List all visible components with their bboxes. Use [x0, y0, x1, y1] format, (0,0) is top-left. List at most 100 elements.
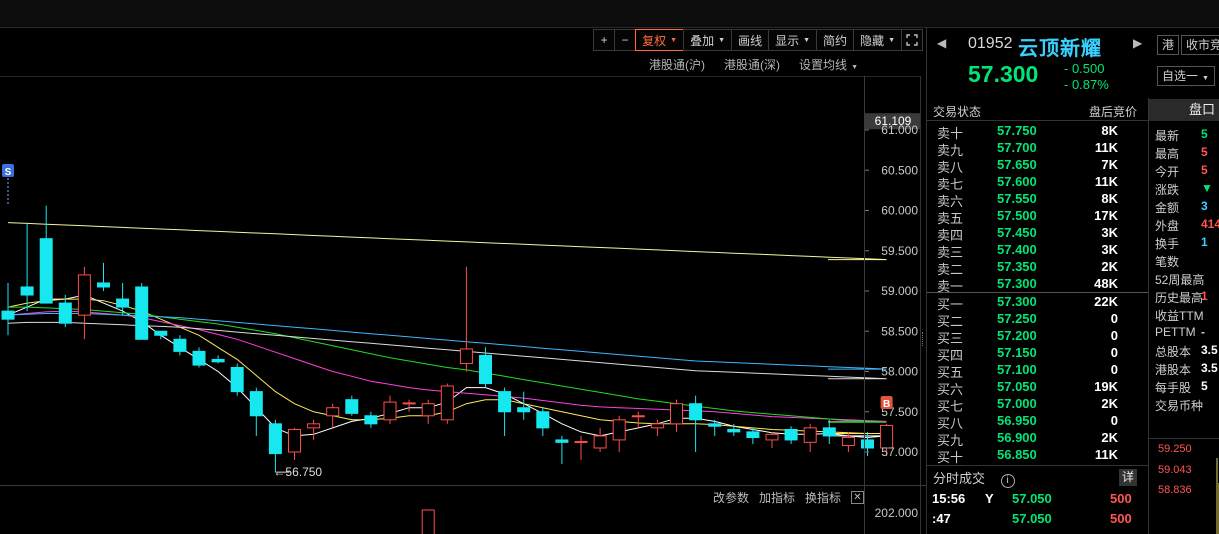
price-axis-label: 58.000 — [881, 365, 918, 379]
bids-row[interactable]: 买二 57.250 0 — [933, 311, 1148, 329]
candle-down — [58, 302, 72, 324]
stat-row: 最新 5 — [1155, 127, 1219, 144]
stat-row: 总股本 3.5 — [1155, 343, 1219, 360]
detail-button[interactable]: 详 — [1119, 469, 1137, 486]
stat-value: 5 — [1201, 379, 1208, 393]
asks-row[interactable]: 卖四 57.450 3K — [933, 225, 1148, 243]
low-price-label: ←56.750 — [273, 465, 322, 479]
asks-row[interactable]: 卖二 57.350 2K — [933, 259, 1148, 277]
bids-row[interactable]: 买三 57.200 0 — [933, 328, 1148, 346]
bids-row[interactable]: 买六 57.050 19K — [933, 379, 1148, 397]
kline-chart-panel[interactable]: + − 复权 ▼ 叠加 ▼ 画线 显示 ▼ 简约 隐藏 ▼ 港股通(沪) 港股通(深) 设置均线 ▼ 6… — [0, 28, 926, 534]
candle-down — [822, 427, 836, 437]
asks-row[interactable]: 卖五 57.500 17K — [933, 208, 1148, 226]
level-volume: 22K — [1094, 294, 1118, 309]
stat-row: 每手股 5 — [1155, 379, 1219, 396]
candle-down — [230, 366, 244, 393]
trade-flag: Y — [985, 491, 994, 506]
level-price: 57.300 — [997, 294, 1037, 309]
stat-label: 每手股 — [1155, 381, 1192, 395]
stat-row: 港股本 3.5 — [1155, 361, 1219, 378]
candle-down — [20, 286, 34, 296]
level-price: 57.500 — [997, 208, 1037, 223]
edit-params-link[interactable]: 改参数 — [713, 489, 749, 506]
add-indicator-link[interactable]: 加指标 — [759, 489, 795, 506]
stat-value: 3 — [1201, 199, 1208, 213]
stat-label: 历史最高 — [1155, 291, 1204, 305]
bids-row[interactable]: 买五 57.100 0 — [933, 362, 1148, 380]
level-volume: 3K — [1101, 242, 1118, 257]
candle-up — [288, 428, 301, 453]
asks-row[interactable]: 卖六 57.550 8K — [933, 191, 1148, 209]
candle-down — [555, 439, 569, 443]
candle-down — [689, 403, 703, 421]
divider — [927, 292, 1148, 293]
bids-row[interactable]: 买十 56.850 11K — [933, 447, 1148, 465]
stat-label: 交易币种 — [1155, 399, 1204, 413]
candle-up — [650, 423, 664, 429]
bids-row[interactable]: 买九 56.900 2K — [933, 430, 1148, 448]
candle-up — [841, 437, 855, 447]
stat-label: 52周最高 — [1155, 273, 1205, 287]
candle-up — [77, 274, 91, 316]
bids-row[interactable]: 买一 57.300 22K — [933, 294, 1148, 312]
level-label: 买十 — [937, 450, 964, 465]
bids-row[interactable]: 买七 57.000 2K — [933, 396, 1148, 414]
market-tag[interactable]: 港 — [1157, 35, 1180, 55]
candle-up — [593, 435, 607, 449]
candle-down — [211, 358, 225, 363]
candle-down — [498, 391, 512, 413]
level-volume: 2K — [1101, 396, 1118, 411]
stat-row: 今开 5 — [1155, 163, 1219, 180]
asks-row[interactable]: 卖十 57.750 8K — [933, 123, 1148, 141]
candle-down — [479, 354, 492, 385]
level-volume: 19K — [1094, 379, 1118, 394]
bids-row[interactable]: 买四 57.150 0 — [933, 345, 1148, 363]
splitter-grip-icon[interactable] — [922, 332, 924, 346]
price-axis-label: 60.000 — [881, 204, 918, 218]
stat-label: PETTM — [1155, 325, 1196, 339]
trade-volume: 500 — [1110, 511, 1132, 526]
candlestick-chart[interactable]: 61.10961.00060.50060.00059.50059.00058.5… — [0, 28, 926, 534]
stat-row: 交易币种 — [1155, 397, 1219, 414]
level-volume: 0 — [1110, 328, 1118, 343]
watchlist-dropdown[interactable]: 自选一 ▼ — [1157, 66, 1215, 86]
level-volume: 2K — [1101, 430, 1118, 445]
stat-value: 3.5 — [1201, 343, 1218, 357]
level-volume: 8K — [1101, 123, 1118, 138]
stat-row: 换手 1 — [1155, 235, 1219, 252]
stat-label: 最新 — [1155, 129, 1180, 143]
trade-price: 57.050 — [1012, 511, 1052, 526]
next-stock-icon[interactable]: ▶ — [1133, 36, 1142, 50]
stat-label: 金额 — [1155, 201, 1180, 215]
info-icon[interactable]: i — [1000, 474, 1015, 488]
candle-up — [631, 415, 645, 418]
candle-down — [345, 399, 359, 414]
stat-row: 金额 3 — [1155, 199, 1219, 216]
candle-down — [727, 428, 741, 433]
close-icon[interactable]: ✕ — [851, 491, 864, 504]
level-volume: 11K — [1094, 140, 1118, 155]
stat-row: 最高 5 — [1155, 145, 1219, 162]
candle-up — [440, 385, 454, 421]
divider — [927, 465, 1148, 466]
candle-down — [154, 330, 168, 336]
candle-up — [383, 401, 397, 421]
candle-down — [116, 298, 130, 308]
asks-row[interactable]: 卖七 57.600 11K — [933, 174, 1148, 192]
stat-label: 笔数 — [1155, 255, 1180, 269]
candle-down — [1, 310, 15, 320]
asks-row[interactable]: 卖九 57.700 11K — [933, 140, 1148, 158]
stat-value: 5 — [1201, 163, 1208, 177]
tab-panel[interactable]: 盘口 — [1149, 99, 1219, 121]
asks-row[interactable]: 卖三 57.400 3K — [933, 242, 1148, 260]
stat-row: 涨跌 ▼ — [1155, 181, 1219, 198]
switch-indicator-link[interactable]: 换指标 — [805, 489, 841, 506]
auction-tag[interactable]: 收市竞 — [1181, 35, 1219, 55]
trade-row: 15:56 Y 57.050 500 — [932, 491, 1147, 509]
prev-stock-icon[interactable]: ◀ — [937, 36, 946, 50]
asks-row[interactable]: 卖一 57.300 48K — [933, 276, 1148, 294]
level-volume: 8K — [1101, 191, 1118, 206]
bids-row[interactable]: 买八 56.950 0 — [933, 413, 1148, 431]
asks-row[interactable]: 卖八 57.650 7K — [933, 157, 1148, 175]
